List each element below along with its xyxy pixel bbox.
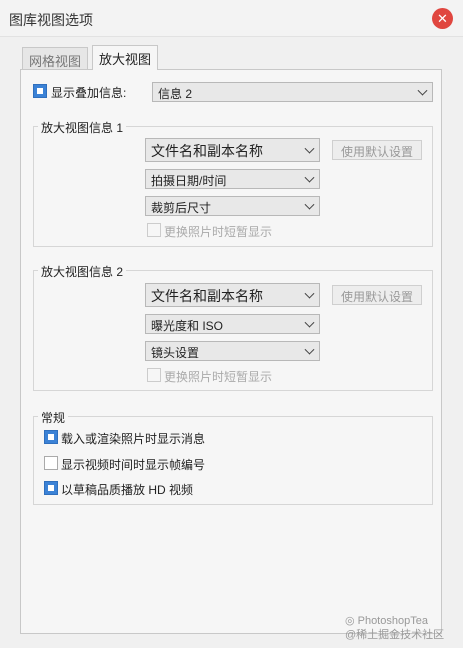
general-option-checkbox[interactable] <box>44 430 58 444</box>
general-option-checkbox[interactable] <box>44 481 58 495</box>
info2-brief-label: 更换照片时短暂显示 <box>164 370 273 384</box>
info1-field3-select[interactable]: 裁剪后尺寸 <box>145 196 320 216</box>
title-bar: 图库视图选项 ✕ <box>0 0 463 37</box>
chevron-down-icon <box>417 85 428 96</box>
info2-field2-value: 曝光度和 ISO <box>151 319 224 333</box>
info2-field1-select[interactable]: 文件名和副本名称 <box>145 283 320 307</box>
info1-field2-value: 拍摄日期/时间 <box>151 174 227 188</box>
general-option-checkbox[interactable] <box>44 456 58 470</box>
info1-title: 放大视图信息 1 <box>38 119 127 136</box>
info1-brief-checkbox[interactable] <box>147 223 161 237</box>
chevron-down-icon <box>304 172 315 183</box>
info2-field3-select[interactable]: 镜头设置 <box>145 341 320 361</box>
chat-bubble-icon: ◎ <box>345 615 355 627</box>
overlay-label: 显示叠加信息: <box>51 86 127 100</box>
info1-brief-label: 更换照片时短暂显示 <box>164 225 273 239</box>
chevron-down-icon <box>304 344 315 355</box>
tab-loupe-view[interactable]: 放大视图 <box>92 45 159 70</box>
info1-use-default-button[interactable]: 使用默认设置 <box>332 140 422 160</box>
general-title: 常规 <box>38 409 69 426</box>
chevron-down-icon <box>304 317 315 328</box>
watermark-line2: @稀土掘金技术社区 <box>345 629 445 641</box>
info2-brief-checkbox[interactable] <box>147 368 161 382</box>
general-option-label: 载入或渲染照片时显示消息 <box>61 432 206 446</box>
info1-field3-value: 裁剪后尺寸 <box>151 201 212 215</box>
chevron-down-icon <box>304 143 315 154</box>
info2-use-default-button[interactable]: 使用默认设置 <box>332 285 422 305</box>
watermark: ◎ PhotoshopTea @稀土掘金技术社区 <box>345 614 444 642</box>
info2-title: 放大视图信息 2 <box>38 263 127 280</box>
window-title: 图库视图选项 <box>9 12 93 28</box>
info1-field1-value: 文件名和副本名称 <box>151 143 263 159</box>
general-option-label: 显示视频时间时显示帧编号 <box>61 458 206 472</box>
overlay-checkbox[interactable] <box>33 84 47 98</box>
tab-grid-view[interactable]: 网格视图 <box>22 47 89 69</box>
tab-panel: 显示叠加信息: 信息 2 放大视图信息 1 文件名和副本名称 使用默认设置 拍摄… <box>20 69 442 634</box>
overlay-select-value: 信息 2 <box>158 87 193 101</box>
info1-field2-select[interactable]: 拍摄日期/时间 <box>145 169 320 189</box>
chevron-down-icon <box>304 288 315 299</box>
watermark-line1: PhotoshopTea <box>357 615 428 627</box>
info2-field3-value: 镜头设置 <box>151 346 200 360</box>
general-option-label: 以草稿品质播放 HD 视频 <box>61 483 194 497</box>
info2-field2-select[interactable]: 曝光度和 ISO <box>145 314 320 334</box>
close-icon[interactable]: ✕ <box>432 8 453 29</box>
info1-field1-select[interactable]: 文件名和副本名称 <box>145 138 320 162</box>
chevron-down-icon <box>304 199 315 210</box>
overlay-select[interactable]: 信息 2 <box>152 82 433 102</box>
info2-field1-value: 文件名和副本名称 <box>151 288 263 304</box>
